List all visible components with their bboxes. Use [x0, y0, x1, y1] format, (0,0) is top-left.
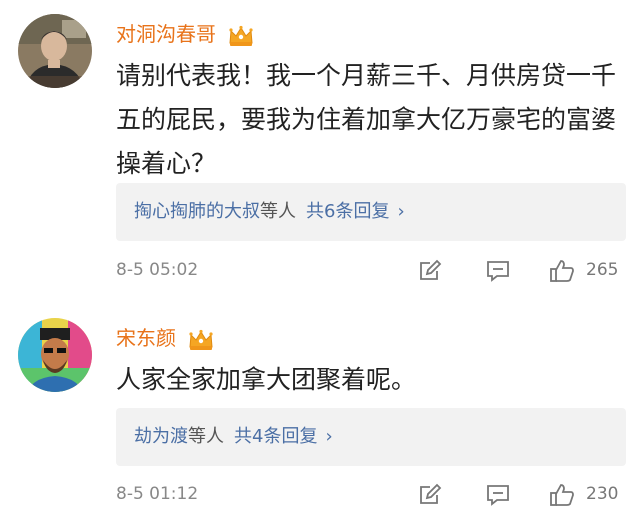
- comment-meta: 8-5 01:12 230: [116, 481, 626, 511]
- share-edit-icon[interactable]: [416, 481, 444, 509]
- like-count: 230: [586, 484, 619, 504]
- reply-others: 等人: [188, 426, 224, 447]
- username[interactable]: 对洞沟春哥: [116, 18, 254, 47]
- reply-count-link[interactable]: 共4条回复: [234, 426, 317, 447]
- comment-text: 人家全家加拿大团聚着呢。: [116, 365, 417, 394]
- chevron-right-icon: ›: [325, 426, 333, 447]
- timestamp: 8-5 05:02: [116, 260, 199, 280]
- comment-item: 对洞沟春哥 请别代表我！我一个月薪三千、月供房贷一千五的屁民，要我为住着加拿大亿…: [0, 0, 640, 300]
- comment-text: 请别代表我！我一个月薪三千、月供房贷一千五的屁民，要我为住着加拿大亿万豪宅的富婆…: [116, 61, 617, 178]
- reply-count-link[interactable]: 共6条回复: [306, 201, 389, 222]
- comment-item: 宋东颜 人家全家加拿大团聚着呢。 劫为渡等人共4条回复 › 8-5 01:12: [0, 300, 640, 520]
- username-text[interactable]: 宋东颜: [116, 326, 176, 350]
- avatar[interactable]: [18, 318, 92, 392]
- reply-summary[interactable]: 劫为渡等人 共4条回复 ›: [116, 408, 626, 466]
- comment-meta: 8-5 05:02 265: [116, 257, 626, 287]
- username[interactable]: 宋东颜: [116, 322, 214, 351]
- reply-names[interactable]: 掏心掏肺的大叔: [134, 201, 260, 222]
- comment-icon[interactable]: [484, 257, 512, 285]
- crown-icon: [228, 25, 254, 47]
- comment-icon[interactable]: [484, 481, 512, 509]
- reply-names[interactable]: 劫为渡: [134, 426, 188, 447]
- avatar[interactable]: [18, 14, 92, 88]
- thumbs-up-icon[interactable]: [548, 481, 576, 509]
- chevron-right-icon: ›: [397, 201, 405, 222]
- crown-icon: [188, 329, 214, 351]
- like-count: 265: [586, 260, 619, 280]
- reply-others: 等人: [260, 201, 296, 222]
- username-text[interactable]: 对洞沟春哥: [116, 22, 216, 46]
- thumbs-up-icon[interactable]: [548, 257, 576, 285]
- reply-summary[interactable]: 掏心掏肺的大叔等人 共6条回复 ›: [116, 183, 626, 241]
- share-edit-icon[interactable]: [416, 257, 444, 285]
- timestamp: 8-5 01:12: [116, 484, 199, 504]
